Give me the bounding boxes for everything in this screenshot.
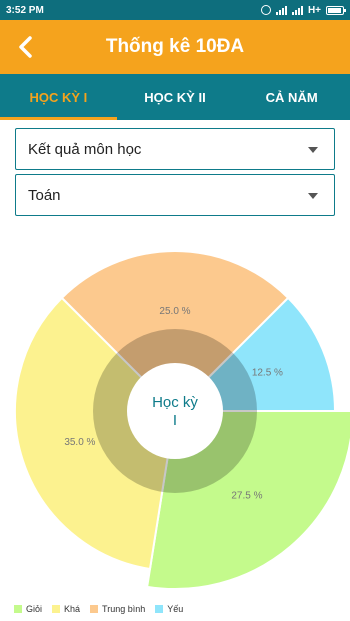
network-type: H+ bbox=[307, 4, 321, 16]
semester-tabs: HỌC KỲ I HỌC KỲ II CẢ NĂM bbox=[0, 74, 350, 120]
signal-icon bbox=[275, 5, 287, 15]
battery-icon bbox=[326, 5, 346, 15]
pie-chart-container: Học kỳ I 27.5 % 35.0 % 25.0 % 12.5 % bbox=[0, 230, 350, 590]
status-bar: 3:52 PM H+ bbox=[0, 0, 350, 20]
pie-center-hole bbox=[127, 363, 223, 459]
subject-select[interactable]: Toán bbox=[15, 174, 335, 216]
legend-label: Yếu bbox=[167, 604, 184, 614]
legend-label: Khá bbox=[64, 604, 81, 614]
pie-value-label: 25.0 % bbox=[159, 306, 190, 317]
legend-swatch bbox=[90, 605, 99, 613]
chart-legend: Giỏi Khá Trung bình Yếu bbox=[14, 604, 183, 614]
page-title: Thống kê 10ĐA bbox=[105, 36, 245, 57]
legend-item-yeu: Yếu bbox=[155, 604, 183, 614]
legend-label: Trung bình bbox=[102, 604, 146, 614]
legend-label: Giỏi bbox=[26, 604, 43, 614]
dropdown-arrow-icon bbox=[308, 193, 318, 199]
tab-hoc-ky-1[interactable]: HỌC KỲ I bbox=[0, 74, 117, 120]
legend-item-kha: Khá bbox=[52, 604, 80, 614]
signal-icon bbox=[291, 5, 303, 15]
report-type-select[interactable]: Kết quả môn học bbox=[15, 128, 335, 170]
pie-value-label: 12.5 % bbox=[252, 368, 283, 379]
subject-value: Toán bbox=[28, 186, 61, 204]
pie-value-label: 35.0 % bbox=[64, 437, 95, 448]
legend-item-gioi: Giỏi bbox=[14, 604, 42, 614]
back-button[interactable] bbox=[10, 31, 42, 63]
legend-swatch bbox=[52, 605, 61, 613]
tab-hoc-ky-2[interactable]: HỌC KỲ II bbox=[117, 74, 234, 120]
alarm-icon bbox=[260, 5, 271, 15]
pie-chart[interactable]: Học kỳ I27.5 %35.0 %25.0 %12.5 % bbox=[0, 230, 350, 590]
tab-ca-nam[interactable]: CẢ NĂM bbox=[233, 74, 350, 120]
legend-swatch bbox=[14, 605, 22, 613]
legend-item-trung-binh: Trung bình bbox=[90, 604, 145, 614]
back-arrow-icon bbox=[19, 36, 32, 58]
app-bar: Thống kê 10ĐA bbox=[0, 20, 350, 74]
legend-swatch bbox=[155, 605, 164, 613]
pie-value-label: 27.5 % bbox=[231, 490, 262, 501]
report-type-value: Kết quả môn học bbox=[28, 140, 142, 158]
status-icons: H+ bbox=[260, 4, 346, 16]
status-time: 3:52 PM bbox=[6, 4, 44, 16]
dropdown-arrow-icon bbox=[308, 147, 318, 153]
